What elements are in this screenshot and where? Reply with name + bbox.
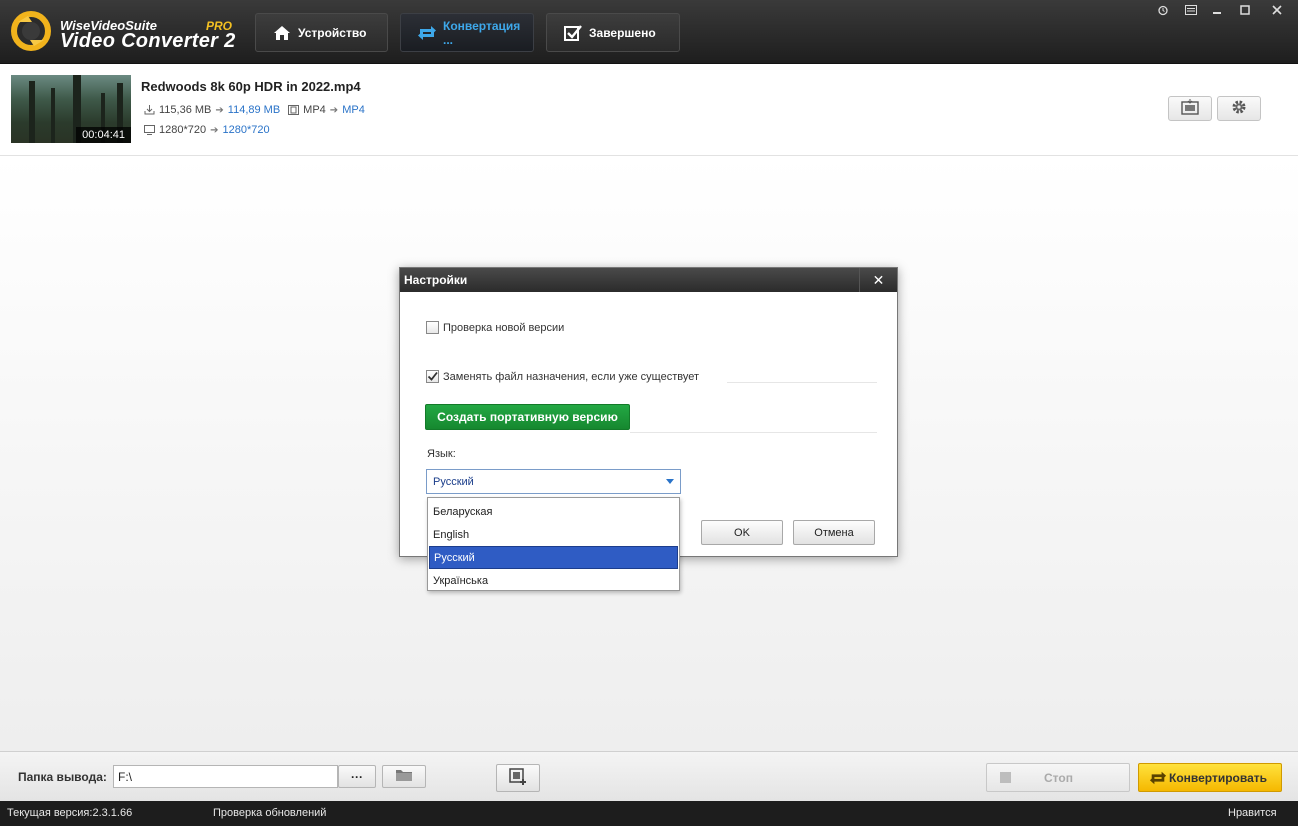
size-to: 114,89 MB	[227, 104, 281, 116]
language-option-ukrainian[interactable]: Українська	[429, 569, 678, 592]
menu-icon[interactable]	[1182, 3, 1200, 17]
convert-label: Конвертировать	[1169, 770, 1268, 785]
convert-button[interactable]: Конвертировать	[1138, 763, 1282, 792]
output-folder-input[interactable]	[113, 765, 338, 788]
replace-file-label: Заменять файл назначения, если уже сущес…	[443, 370, 700, 383]
tab-done-label: Завершено	[589, 25, 656, 40]
language-select[interactable]: Русский	[426, 469, 681, 494]
language-dropdown-list: Беларуская English Русский Українська	[427, 497, 680, 591]
language-label: Язык:	[427, 448, 456, 460]
tab-done[interactable]: Завершено	[546, 13, 680, 52]
like-link[interactable]: Нравится	[1228, 807, 1277, 819]
film-add-icon	[509, 767, 527, 789]
resolution-to: 1280*720	[222, 124, 270, 136]
tab-device-label: Устройство	[298, 25, 367, 40]
title-bar: WiseVideoSuite PRO Video Converter 2 Уст…	[0, 0, 1298, 64]
format-from: MP4	[303, 104, 326, 116]
add-video-button[interactable]	[496, 764, 540, 792]
folder-icon	[395, 768, 413, 785]
create-portable-button[interactable]: Создать портативную версию	[425, 404, 630, 430]
convert-icon	[1149, 770, 1167, 786]
app-logo-icon	[10, 10, 52, 52]
monitor-icon	[144, 125, 155, 135]
stop-label: Стоп	[1044, 770, 1073, 785]
language-option-english[interactable]: English	[429, 523, 678, 546]
edit-video-button[interactable]	[1168, 96, 1212, 121]
check-update-label: Проверка новой версии	[443, 321, 565, 334]
film-edit-icon	[1181, 99, 1199, 118]
maximize-icon[interactable]	[1236, 3, 1254, 17]
settings-button[interactable]	[1217, 96, 1261, 121]
chevron-down-icon	[666, 479, 674, 484]
brand-title: Video Converter 2	[60, 30, 236, 52]
check-updates-link[interactable]: Проверка обновлений	[213, 807, 326, 819]
cancel-button[interactable]: Отмена	[793, 520, 875, 545]
home-icon	[272, 23, 292, 43]
ok-button[interactable]: OK	[701, 520, 783, 545]
arrow-icon: ➔	[210, 124, 219, 136]
file-size-row: 115,36 MB ➔ 114,89 MB MP4 ➔ MP4	[144, 104, 365, 116]
tab-convert[interactable]: Конвертация ...	[400, 13, 534, 52]
file-row: 00:04:41 Redwoods 8k 60p HDR in 2022.mp4…	[0, 65, 1298, 156]
output-folder-label: Папка вывода:	[18, 770, 107, 784]
separator	[630, 432, 877, 433]
check-update-checkbox[interactable]	[426, 321, 439, 334]
arrow-icon: ➔	[329, 104, 339, 116]
arrow-icon: ➔	[215, 104, 224, 116]
checkbox-icon	[563, 23, 583, 43]
film-icon	[288, 105, 300, 115]
tab-convert-label: Конвертация ...	[443, 18, 521, 47]
dialog-close-button[interactable]: ✕	[859, 268, 897, 292]
video-thumbnail[interactable]: 00:04:41	[11, 75, 131, 143]
resolution-from: 1280*720	[159, 124, 207, 136]
browse-button[interactable]: ···	[338, 765, 376, 788]
replace-file-checkbox[interactable]	[426, 370, 439, 383]
language-selected-value: Русский	[433, 475, 474, 488]
alarm-icon[interactable]	[1154, 3, 1172, 17]
version-label: Текущая версия:2.3.1.66	[7, 807, 133, 819]
size-from: 115,36 MB	[159, 104, 212, 116]
minimize-icon[interactable]	[1208, 3, 1226, 17]
format-to: MP4	[342, 104, 365, 116]
open-folder-button[interactable]	[382, 765, 426, 788]
close-icon[interactable]	[1268, 3, 1286, 17]
separator	[727, 382, 877, 383]
language-option-belarusian[interactable]: Беларуская	[429, 500, 678, 523]
stop-icon	[1000, 772, 1011, 783]
file-resolution-row: 1280*720 ➔ 1280*720	[144, 124, 270, 136]
file-name: Redwoods 8k 60p HDR in 2022.mp4	[141, 79, 361, 94]
stop-button[interactable]: Стоп	[986, 763, 1130, 792]
tab-device[interactable]: Устройство	[255, 13, 388, 52]
check-update-row[interactable]: Проверка новой версии	[426, 321, 564, 334]
gear-icon	[1230, 98, 1248, 119]
video-duration: 00:04:41	[76, 127, 131, 143]
status-bar: Текущая версия:2.3.1.66 Проверка обновле…	[0, 801, 1298, 826]
replace-file-row[interactable]: Заменять файл назначения, если уже сущес…	[426, 370, 699, 383]
language-option-russian[interactable]: Русский	[429, 546, 678, 569]
convert-icon	[417, 23, 437, 43]
dialog-title: Настройки	[404, 273, 468, 287]
bottom-bar: Папка вывода: ··· Стоп Конвертировать	[0, 751, 1298, 801]
close-icon: ✕	[872, 271, 885, 288]
dialog-title-bar: Настройки ✕	[400, 268, 897, 292]
download-icon	[144, 105, 155, 115]
